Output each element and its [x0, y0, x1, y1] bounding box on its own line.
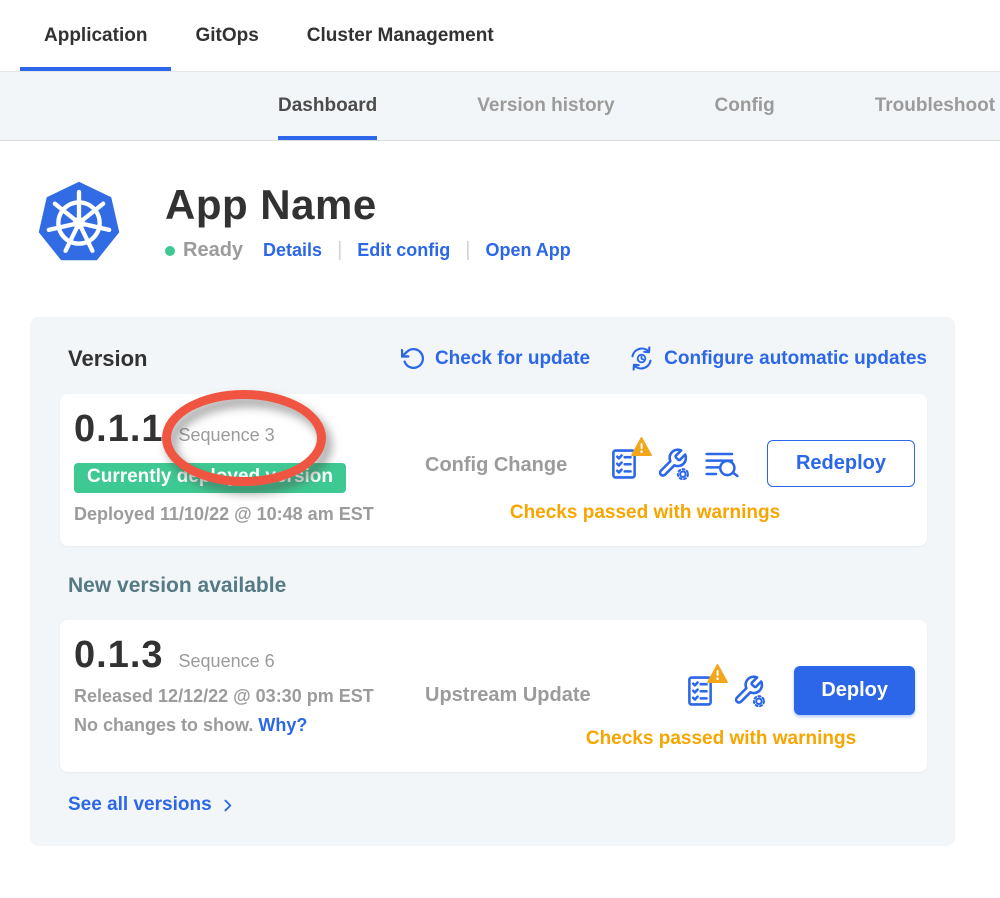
- wrench-gear-icon: [656, 447, 690, 481]
- deploy-button[interactable]: Deploy: [794, 666, 915, 715]
- checks-status-text: Checks passed with warnings: [540, 728, 902, 750]
- subtab-dashboard[interactable]: Dashboard: [278, 72, 377, 140]
- checks-status-text: Checks passed with warnings: [464, 502, 826, 524]
- subtab-config[interactable]: Config: [715, 72, 775, 140]
- why-link[interactable]: Why?: [258, 715, 307, 735]
- app-header: App Name Ready Details | Edit config | O…: [36, 179, 1000, 267]
- available-version-card: 0.1.3 Sequence 6 Released 12/12/22 @ 03:…: [60, 620, 927, 772]
- available-sequence-label: Sequence 6: [179, 651, 275, 672]
- tab-cluster-management[interactable]: Cluster Management: [283, 0, 518, 71]
- details-link[interactable]: Details: [263, 240, 322, 261]
- kubernetes-logo-icon: [36, 179, 122, 267]
- deployed-version-number: 0.1.1: [74, 408, 164, 451]
- separator: |: [337, 239, 342, 262]
- preflight-checks-icon-button[interactable]: [606, 446, 642, 482]
- tab-application[interactable]: Application: [20, 0, 171, 71]
- status-dot: [165, 246, 175, 256]
- no-changes-text: No changes to show.: [74, 715, 253, 735]
- configure-automatic-updates-label: Configure automatic updates: [664, 348, 927, 370]
- check-for-update-label: Check for update: [435, 348, 590, 370]
- warning-triangle-icon: [707, 664, 728, 683]
- currently-deployed-badge: Currently deployed version: [74, 463, 346, 493]
- version-panel-title: Version: [68, 346, 147, 372]
- separator: |: [465, 239, 470, 262]
- wrench-gear-icon: [732, 674, 766, 708]
- view-files-icon-button[interactable]: [704, 446, 740, 482]
- available-version-number: 0.1.3: [74, 634, 164, 677]
- sub-nav: Dashboard Version history Config Trouble…: [0, 71, 1000, 141]
- warning-triangle-icon: [631, 437, 652, 456]
- file-search-icon: [704, 448, 740, 480]
- open-app-link[interactable]: Open App: [485, 240, 570, 261]
- subtab-version-history[interactable]: Version history: [477, 72, 614, 140]
- deployed-version-card: 0.1.1 Sequence 3 Currently deployed vers…: [60, 394, 927, 546]
- page-title: App Name: [165, 181, 571, 229]
- see-all-versions-label: See all versions: [68, 794, 212, 816]
- check-for-update-link[interactable]: Check for update: [401, 346, 590, 371]
- edit-config-link[interactable]: Edit config: [357, 240, 450, 261]
- redeploy-button[interactable]: Redeploy: [767, 440, 915, 487]
- edit-config-icon-button[interactable]: [655, 446, 691, 482]
- version-source-label: Upstream Update: [425, 684, 591, 707]
- see-all-versions-link[interactable]: See all versions: [68, 794, 927, 816]
- status-badge: Ready: [183, 239, 243, 262]
- new-version-heading: New version available: [68, 574, 927, 598]
- subtab-troubleshoot[interactable]: Troubleshoot: [875, 72, 995, 140]
- tab-gitops[interactable]: GitOps: [171, 0, 282, 71]
- preflight-checks-icon-button[interactable]: [682, 673, 718, 709]
- auto-update-schedule-icon: [628, 345, 655, 372]
- chevron-right-icon: [219, 797, 236, 814]
- configure-automatic-updates-link[interactable]: Configure automatic updates: [628, 345, 927, 372]
- refresh-icon: [401, 346, 426, 371]
- deployed-sequence-label: Sequence 3: [179, 425, 275, 446]
- version-source-label: Config Change: [425, 454, 567, 477]
- version-panel: Version Check for update Configure: [30, 317, 955, 846]
- edit-config-icon-button[interactable]: [731, 673, 767, 709]
- top-nav: Application GitOps Cluster Management: [0, 0, 1000, 71]
